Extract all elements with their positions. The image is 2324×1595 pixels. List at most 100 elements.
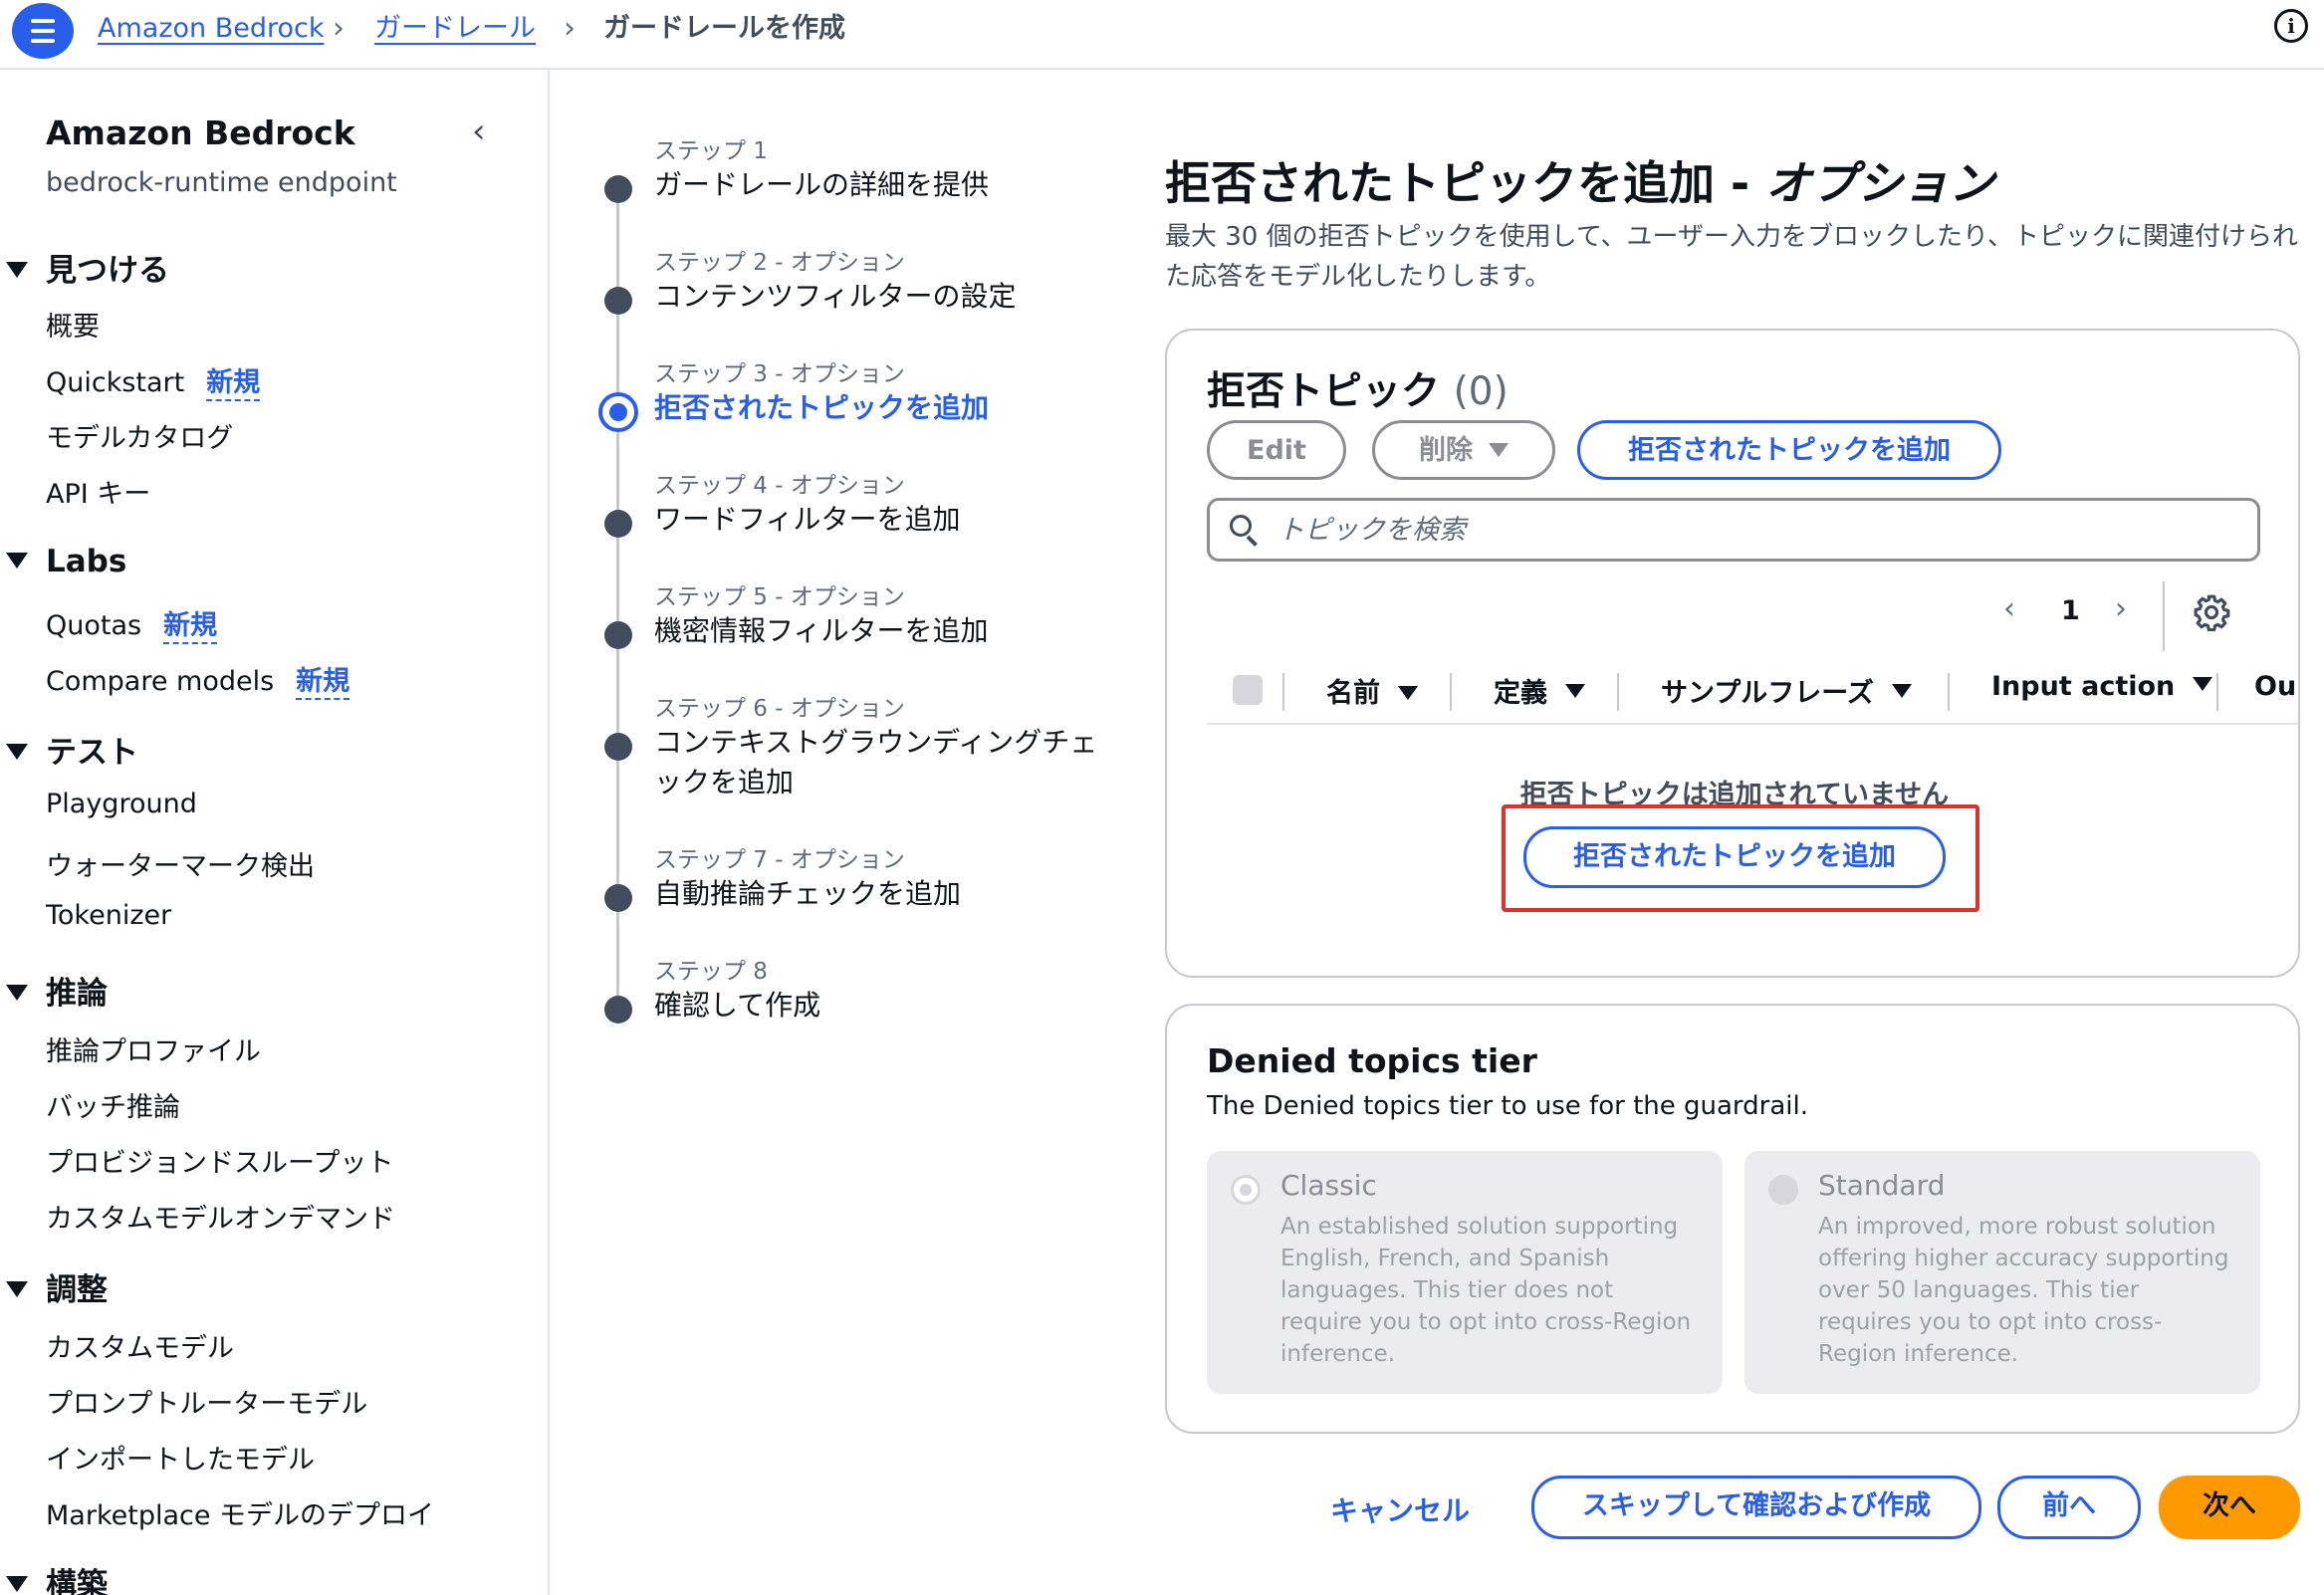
column-divider [1617,673,1619,711]
sidebar-item-playground[interactable]: Playground [46,789,197,819]
step-1-dot [604,175,632,203]
radio-standard[interactable] [1768,1175,1798,1205]
step-4-name[interactable]: ワードフィルターを追加 [654,500,960,540]
cancel-button[interactable]: キャンセル [1330,1489,1470,1529]
tier-option-description: An established solution supporting Engli… [1280,1214,1692,1367]
sidebar-item-watermark[interactable]: ウォーターマーク検出 [46,844,315,883]
select-all-checkbox[interactable] [1233,675,1263,705]
previous-button[interactable]: 前へ [1997,1476,2141,1539]
sidebar-item-tokenizer[interactable]: Tokenizer [46,900,171,931]
skip-to-review-button[interactable]: スキップして確認および作成 [1531,1476,1981,1539]
sidebar-title: Amazon Bedrock [46,114,355,152]
pager-divider [2163,581,2165,651]
tier-option-standard[interactable]: Standard An improved, more robust soluti… [1744,1151,2260,1394]
topic-search[interactable] [1207,498,2260,562]
column-definition[interactable]: 定義 [1494,671,1585,710]
next-page-icon[interactable]: › [2115,591,2127,626]
step-8-name[interactable]: 確認して作成 [654,986,820,1025]
sort-desc-icon [1398,685,1418,700]
column-name[interactable]: 名前 [1326,671,1418,710]
column-divider [1450,673,1452,711]
section-test[interactable]: テスト [6,727,138,772]
step-4-dot [604,510,632,538]
column-label: サンプルフレーズ [1661,678,1874,709]
section-labs[interactable]: Labs [6,544,126,579]
step-8-dot [604,996,632,1024]
gear-icon[interactable] [2193,593,2230,631]
section-inference[interactable]: 推論 [6,968,108,1013]
delete-label: 削除 [1419,435,1473,466]
delete-button[interactable]: 削除 [1372,420,1555,480]
section-label: 構築 [46,1567,108,1595]
sidebar-item-compare-models[interactable]: Compare models 新規 [46,659,350,700]
sidebar-item-inference-profiles[interactable]: 推論プロファイル [46,1029,261,1068]
column-output-action[interactable]: Ou [2254,671,2296,702]
page-title: 拒否されたトピックを追加 - オプション [1165,147,1994,213]
sort-icon [2193,676,2213,693]
page-title-option: オプション [1765,156,1995,210]
sidebar-item-api-keys[interactable]: API キー [46,472,150,511]
section-build[interactable]: 構築 [6,1559,108,1595]
column-input-action[interactable]: Input action [1991,671,2213,702]
sidebar-item-model-catalog[interactable]: モデルカタログ [46,416,233,455]
tier-option-classic[interactable]: Classic An established solution supporti… [1207,1151,1723,1394]
sort-icon [1891,683,1912,700]
step-6-name-line2[interactable]: ックを追加 [654,763,794,802]
tier-option-name: Standard [1818,1169,1946,1202]
sidebar-item-overview[interactable]: 概要 [46,305,100,343]
denied-topics-card: 拒否トピック (0) Edit 削除 拒否されたトピックを追加 ‹ 1 › 名前… [1165,329,2300,978]
step-7-name[interactable]: 自動推論チェックを追加 [654,874,961,914]
step-2-name[interactable]: コンテンツフィルターの設定 [654,277,1016,317]
section-discover[interactable]: 見つける [6,245,169,290]
item-label: Quickstart [46,367,185,398]
section-label: テスト [46,735,138,771]
step-7-dot [604,884,632,912]
section-label: 推論 [46,976,108,1012]
column-label: Input action [1991,671,2176,702]
sidebar-item-custom-models[interactable]: カスタムモデル [46,1326,234,1365]
collapse-sidebar-icon[interactable]: ‹ [472,112,486,151]
page-number[interactable]: 1 [2061,595,2080,626]
table-header: 名前 定義 サンプルフレーズ Input action Ou [1207,659,2298,725]
step-6-dot [604,733,632,761]
caret-down-icon [6,1575,28,1592]
section-tune[interactable]: 調整 [6,1264,108,1309]
chevron-right-icon: › [564,11,576,46]
page-description: 最大 30 個の拒否トピックを使用して、ユーザー入力をブロックしたり、トピックに… [1165,222,2298,292]
empty-add-denied-topic-button[interactable]: 拒否されたトピックを追加 [1523,826,1946,888]
sidebar-item-imported-models[interactable]: インポートしたモデル [46,1438,315,1477]
caret-down-icon [6,261,28,278]
new-badge[interactable]: 新規 [163,610,218,644]
edit-button[interactable]: Edit [1207,420,1346,480]
next-button[interactable]: 次へ [2159,1476,2300,1539]
step-6-name-line1[interactable]: コンテキストグラウンディングチェ [654,723,1097,763]
tier-description: The Denied topics tier to use for the gu… [1207,1091,1808,1121]
sidebar-item-batch-inference[interactable]: バッチ推論 [46,1085,180,1124]
step-3-dot-active [598,392,638,432]
sidebar-item-marketplace[interactable]: Marketplace モデルのデプロイ [46,1493,434,1532]
sidebar-item-quotas[interactable]: Quotas 新規 [46,603,218,644]
new-badge[interactable]: 新規 [296,666,350,700]
add-denied-topic-button[interactable]: 拒否されたトピックを追加 [1577,420,2001,480]
new-badge[interactable]: 新規 [206,367,261,401]
column-sample-phrases[interactable]: サンプルフレーズ [1661,671,1912,710]
prev-page-icon[interactable]: ‹ [2003,591,2015,626]
sidebar-item-provisioned-throughput[interactable]: プロビジョンドスループット [46,1141,393,1180]
sidebar-item-prompt-router[interactable]: プロンプトルーターモデル [46,1382,367,1421]
step-5-name[interactable]: 機密情報フィルターを追加 [654,611,988,651]
breadcrumb-guardrails[interactable]: ガードレール [374,11,536,47]
caret-down-icon [6,984,28,1001]
step-3-name[interactable]: 拒否されたトピックを追加 [654,388,989,428]
sidebar-item-quickstart[interactable]: Quickstart 新規 [46,360,261,401]
section-label: 見つける [46,253,169,289]
page-title-main: 拒否されたトピックを追加 - [1165,156,1766,210]
radio-classic[interactable] [1231,1175,1261,1205]
step-1-name[interactable]: ガードレールの詳細を提供 [654,165,989,205]
caret-down-icon [1489,442,1509,457]
column-label: 定義 [1494,678,1547,709]
breadcrumb-amazon-bedrock[interactable]: Amazon Bedrock [98,11,324,47]
sidebar-item-custom-model-on-demand[interactable]: カスタムモデルオンデマンド [46,1197,395,1236]
menu-icon[interactable] [12,3,74,59]
info-icon[interactable]: i [2274,9,2308,43]
search-input[interactable] [1278,509,2233,551]
